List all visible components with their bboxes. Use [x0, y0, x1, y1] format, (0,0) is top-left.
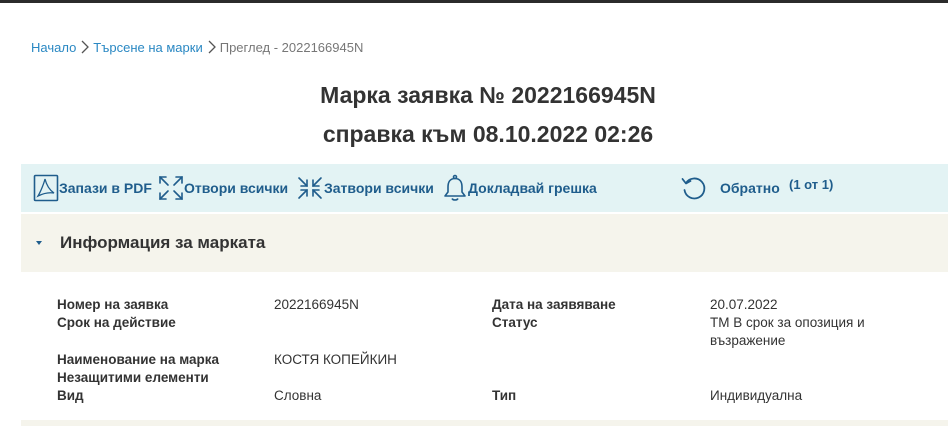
mark-name-label: Наименование на марка [57, 352, 220, 367]
validity-label: Срок на действие [57, 315, 176, 330]
kind-label: Вид [57, 388, 84, 403]
filing-date-value: 20.07.2022 [710, 297, 778, 312]
status-value-line1: ТМ В срок за опозиция и [710, 315, 865, 330]
result-counter: (1 от 1) [789, 177, 834, 192]
report-error-button[interactable]: Докладвай грешка [442, 164, 597, 212]
type-value: Индивидуална [710, 388, 803, 403]
top-border [0, 0, 948, 3]
bell-icon [444, 174, 466, 201]
expand-icon [159, 176, 183, 200]
app-number-value: 2022166945N [274, 297, 359, 312]
status-value-line2: възражение [710, 333, 786, 348]
open-all-label: Отвори всички [184, 180, 289, 196]
section-header-trademark-info[interactable]: Информация за марката [21, 214, 948, 272]
open-all-button[interactable]: Отвори всички [158, 164, 288, 212]
page-title: Марка заявка № 2022166945N [320, 82, 656, 108]
trademark-details: Номер на заявка 2022166945N Дата на заяв… [21, 272, 948, 420]
breadcrumb-current: Преглед - 2022166945N [219, 39, 364, 55]
section-title: Информация за марката [60, 233, 266, 252]
breadcrumb-home-link[interactable]: Начало [31, 40, 76, 55]
close-all-button[interactable]: Затвори всички [296, 164, 434, 212]
type-label: Тип [492, 388, 517, 403]
unprotected-elements-label: Незащитими елементи [57, 370, 209, 385]
undo-icon [681, 177, 706, 200]
mark-name-value: КОСТЯ КОПЕЙКИН [274, 352, 397, 367]
toolbar: Запази в PDF Отвори всички Затвори всичк… [21, 164, 948, 212]
pdf-icon [33, 174, 59, 202]
back-label: Обратно [720, 180, 780, 196]
chevron-right-icon [81, 40, 90, 54]
collapse-icon [298, 177, 322, 199]
status-label: Статус [492, 315, 538, 330]
breadcrumb-search-link[interactable]: Търсене на марки [93, 40, 202, 55]
breadcrumb: Начало Търсене на марки Преглед - 202216… [31, 39, 363, 55]
page-subtitle: справка към 08.10.2022 02:26 [322, 121, 654, 147]
save-pdf-button[interactable]: Запази в PDF [33, 164, 152, 212]
app-number-label: Номер на заявка [57, 297, 169, 312]
kind-value: Словна [274, 388, 322, 403]
report-error-label: Докладвай грешка [468, 180, 597, 196]
back-button[interactable]: Обратно [680, 164, 780, 212]
close-all-label: Затвори всички [324, 180, 434, 196]
section-footer-band [21, 420, 948, 426]
save-pdf-label: Запази в PDF [59, 180, 152, 196]
caret-down-icon [36, 241, 42, 245]
filing-date-label: Дата на заявяване [492, 297, 616, 312]
chevron-right-icon [208, 40, 216, 54]
